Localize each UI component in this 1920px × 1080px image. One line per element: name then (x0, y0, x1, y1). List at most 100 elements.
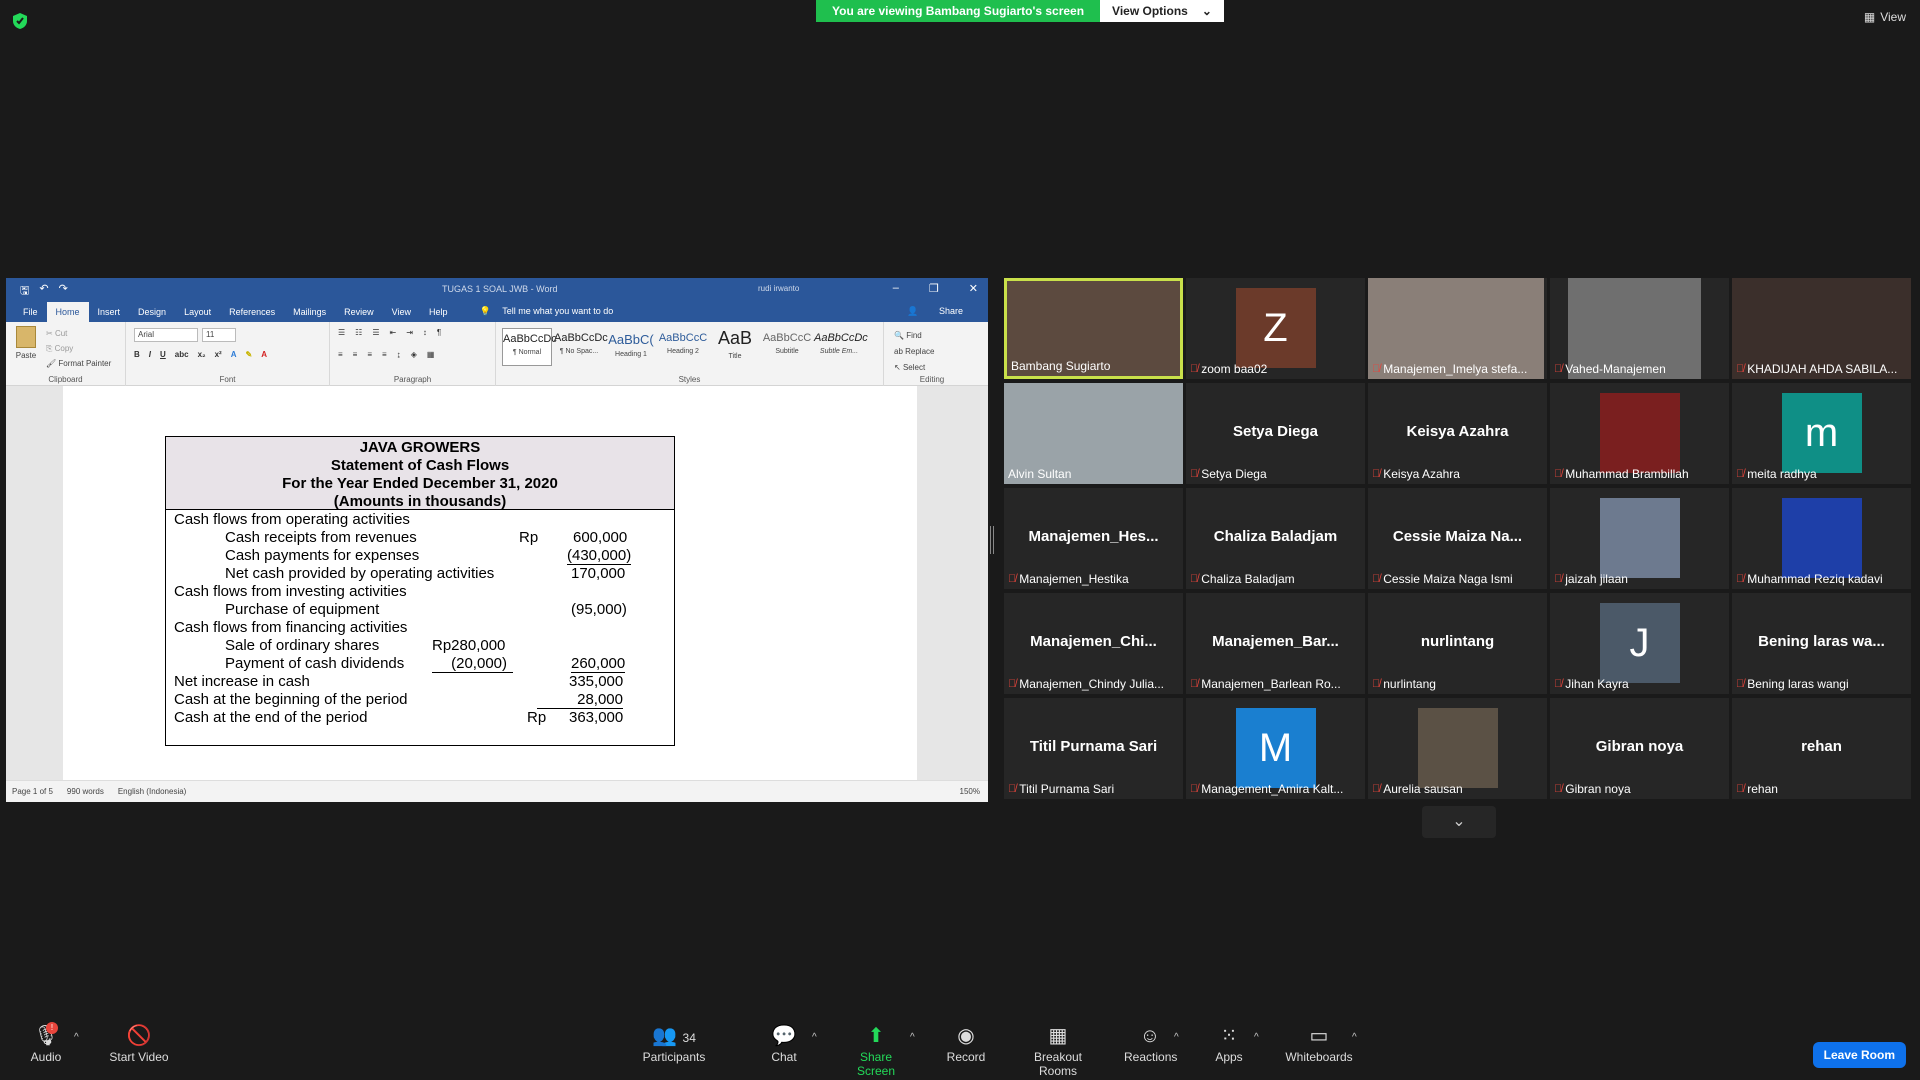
participant-tile[interactable]: Setya Diega 🎙̸ Setya Diega (1186, 383, 1365, 484)
participant-tile[interactable]: Z 🎙̸ zoom baa02 (1186, 278, 1365, 379)
participant-tile[interactable]: 🎙̸ Manajemen_Imelya stefa... (1368, 278, 1547, 379)
participant-tile[interactable]: 🎙̸ Vahed-Manajemen (1550, 278, 1729, 379)
strikethrough-button[interactable]: abc (175, 350, 189, 359)
participant-tile[interactable]: Manajemen_Chi... 🎙̸ Manajemen_Chindy Julia… (1004, 593, 1183, 694)
view-button[interactable]: ▦ View (1864, 10, 1906, 24)
decrease-indent-icon[interactable]: ⇤ (390, 328, 397, 337)
highlight-button[interactable]: ✎ (246, 350, 253, 359)
breakout-rooms-button[interactable]: ▦ Breakout Rooms (1014, 1022, 1102, 1078)
participant-tile[interactable]: Cessie Maiza Na... 🎙̸ Cessie Maiza Naga Is… (1368, 488, 1547, 589)
style-subtitle[interactable]: AaBbCcC Subtitle (762, 328, 812, 366)
save-icon[interactable]: 🖫 (20, 282, 29, 301)
participant-tile[interactable]: 🎙̸ jaizah jilaan (1550, 488, 1729, 589)
replace-button[interactable]: ab Replace (894, 344, 934, 360)
participant-tile[interactable]: Keisya Azahra 🎙̸ Keisya Azahra (1368, 383, 1547, 484)
superscript-button[interactable]: x² (215, 350, 222, 359)
tell-me-search[interactable]: 💡 Tell me what you want to do (471, 306, 632, 322)
numbering-icon[interactable]: ☷ (355, 328, 362, 337)
multilevel-icon[interactable]: ☰ (372, 328, 379, 337)
format-painter-button[interactable]: 🖌 Format Painter (46, 356, 111, 371)
participant-tile[interactable]: 🎙̸ Muhammad Brambillah (1550, 383, 1729, 484)
participant-tile[interactable]: rehan 🎙̸ rehan (1732, 698, 1911, 799)
participant-tile[interactable]: Bambang Sugiarto (1004, 278, 1183, 379)
participant-tile[interactable]: nurlintang 🎙̸ nurlintang (1368, 593, 1547, 694)
cut-button[interactable]: ✂ Cut (46, 326, 111, 341)
security-shield-icon[interactable] (12, 12, 28, 30)
view-options-button[interactable]: View Options ⌄ (1100, 0, 1224, 22)
text-effects-button[interactable]: A (231, 350, 237, 359)
undo-icon[interactable]: ↶ (39, 282, 48, 301)
participant-tile[interactable]: m 🎙̸ meita radhya (1732, 383, 1911, 484)
tab-file[interactable]: File (14, 307, 47, 322)
tab-design[interactable]: Design (129, 307, 175, 322)
style-normal[interactable]: AaBbCcDc ¶ Normal (502, 328, 557, 366)
tab-insert[interactable]: Insert (89, 307, 130, 322)
maximize-icon[interactable]: ❐ (929, 282, 939, 295)
copy-button[interactable]: ⎘ Copy (46, 341, 111, 356)
borders-icon[interactable]: ▦ (427, 350, 435, 359)
style-heading-2[interactable]: AaBbCcC Heading 2 (658, 328, 708, 366)
whiteboards-button[interactable]: ▭ Whiteboards (1282, 1022, 1356, 1064)
justify-icon[interactable]: ≡ (382, 350, 387, 359)
select-button[interactable]: ↖ Select (894, 360, 934, 376)
tab-mailings[interactable]: Mailings (284, 307, 335, 322)
tab-help[interactable]: Help (420, 307, 457, 322)
italic-button[interactable]: I (149, 350, 151, 359)
word-count[interactable]: 990 words (67, 787, 104, 796)
shading-icon[interactable]: ◈ (411, 350, 417, 359)
reactions-button[interactable]: ☺ Reactions (1124, 1022, 1177, 1064)
record-button[interactable]: ◉ Record (944, 1022, 988, 1064)
whiteboards-options-caret[interactable]: ^ (1352, 1032, 1357, 1043)
participant-tile[interactable]: Manajemen_Bar... 🎙̸ Manajemen_Barlean Ro..… (1186, 593, 1365, 694)
splitter-handle[interactable] (990, 526, 994, 554)
style-title[interactable]: AaB Title (710, 328, 760, 366)
close-icon[interactable]: ✕ (969, 282, 978, 295)
minimize-icon[interactable]: – (893, 282, 899, 295)
tab-references[interactable]: References (220, 307, 284, 322)
tab-view[interactable]: View (383, 307, 420, 322)
style-no-spacing[interactable]: AaBbCcDc ¶ No Spac... (554, 328, 608, 366)
participant-tile[interactable]: Gibran noya 🎙̸ Gibran noya (1550, 698, 1729, 799)
audio-options-caret[interactable]: ^ (74, 1032, 79, 1043)
share-screen-button[interactable]: ⬆ Share Screen (840, 1022, 912, 1078)
chat-options-caret[interactable]: ^ (812, 1032, 817, 1043)
participant-tile[interactable]: Bening laras wa... 🎙̸ Bening laras wangi (1732, 593, 1911, 694)
align-right-icon[interactable]: ≡ (367, 350, 372, 359)
underline-button[interactable]: U (160, 350, 166, 359)
participants-button[interactable]: 👥 34 Participants (640, 1022, 708, 1064)
participant-tile[interactable]: 🎙̸ KHADIJAH AHDA SABILA... (1732, 278, 1911, 379)
style-heading-1[interactable]: AaBbC(Heading 1 (606, 328, 656, 366)
gallery-scroll-down-button[interactable]: ⌄ (1422, 806, 1496, 838)
audio-button[interactable]: 🎙! Audio (22, 1022, 70, 1064)
reactions-options-caret[interactable]: ^ (1174, 1032, 1179, 1043)
participant-tile[interactable]: Manajemen_Hes... 🎙̸ Manajemen_Hestika (1004, 488, 1183, 589)
chat-button[interactable]: 💬 Chat (766, 1022, 802, 1064)
language[interactable]: English (Indonesia) (118, 787, 186, 796)
increase-indent-icon[interactable]: ⇥ (406, 328, 413, 337)
tab-layout[interactable]: Layout (175, 307, 220, 322)
find-button[interactable]: 🔍 Find (894, 328, 934, 344)
participant-tile[interactable]: Alvin Sultan (1004, 383, 1183, 484)
page-count[interactable]: Page 1 of 5 (12, 787, 53, 796)
align-left-icon[interactable]: ≡ (338, 350, 343, 359)
font-color-button[interactable]: A (261, 350, 267, 359)
participant-tile[interactable]: 🎙̸ Aurelia sausan (1368, 698, 1547, 799)
redo-icon[interactable]: ↷ (59, 282, 68, 301)
font-size-select[interactable]: 11 (202, 328, 236, 342)
apps-options-caret[interactable]: ^ (1254, 1032, 1259, 1043)
align-center-icon[interactable]: ≡ (353, 350, 358, 359)
subscript-button[interactable]: x₂ (198, 350, 206, 359)
participant-tile[interactable]: 🎙̸ Muhammad Reziq kadavi (1732, 488, 1911, 589)
sort-icon[interactable]: ↕ (423, 328, 427, 337)
line-spacing-icon[interactable]: ↨ (397, 350, 401, 359)
style-subtle-emphasis[interactable]: AaBbCcDc Subtle Em... (814, 328, 868, 366)
zoom-level[interactable]: 150% (960, 787, 988, 796)
start-video-button[interactable]: 🚫 Start Video (102, 1022, 176, 1064)
apps-button[interactable]: ⁙ Apps (1212, 1022, 1246, 1064)
participant-tile[interactable]: M 🎙̸ Management_Amira Kalt... (1186, 698, 1365, 799)
tab-home[interactable]: Home (46, 302, 89, 322)
pilcrow-icon[interactable]: ¶ (437, 328, 441, 337)
participant-tile[interactable]: J 🎙̸ Jihan Kayra (1550, 593, 1729, 694)
paste-button[interactable]: Paste (12, 326, 40, 360)
share-options-caret[interactable]: ^ (910, 1032, 915, 1043)
